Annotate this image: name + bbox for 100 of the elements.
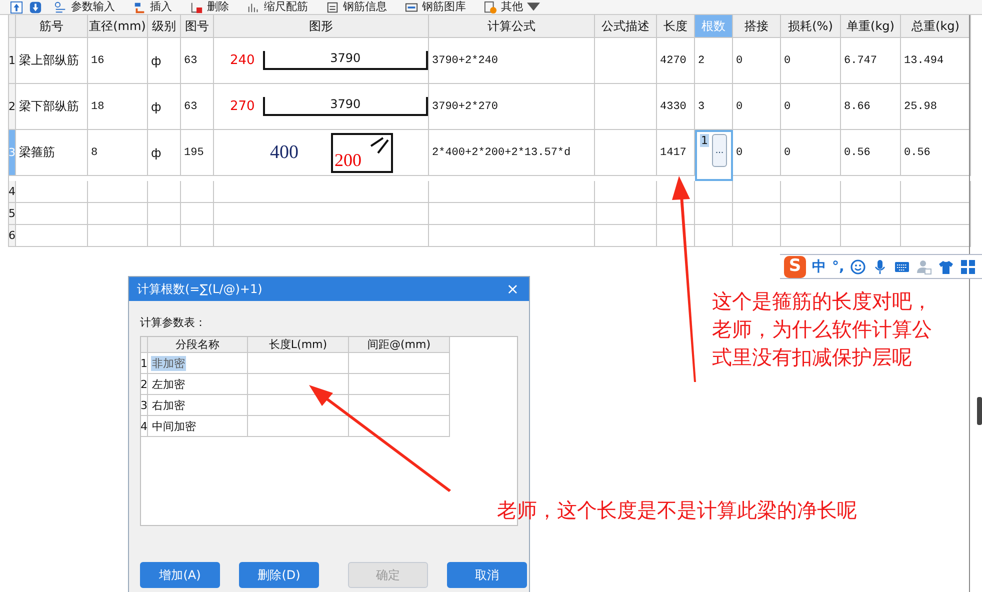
table-cell: [148, 225, 181, 247]
width-label: 400: [270, 142, 298, 164]
shape-number-cell: 63: [184, 100, 198, 112]
segment-name-cell[interactable]: 左加密: [151, 376, 186, 392]
column-header[interactable]: 长度: [657, 15, 695, 38]
form-icon: [54, 0, 67, 14]
row-number[interactable]: 6: [9, 225, 16, 247]
toolbar-menu[interactable]: 其他: [478, 0, 546, 14]
table-cell: [841, 181, 901, 203]
column-header: 间距@(mm): [349, 337, 450, 353]
name-cell: 梁下部纵筋: [19, 98, 79, 115]
column-header[interactable]: 图号: [181, 15, 214, 38]
table-cell: [181, 203, 214, 225]
annotation-text: 老师，这个长度是不是计算此梁的净长呢: [497, 497, 857, 524]
row-number: 1: [141, 353, 148, 374]
grade-cell: ф: [151, 100, 162, 114]
shirt-icon[interactable]: [938, 258, 954, 274]
diameter-cell: 18: [91, 100, 104, 112]
scrollbar-thumb[interactable]: [977, 397, 982, 425]
arrow-down-icon[interactable]: [29, 0, 42, 14]
table-cell: [901, 225, 971, 247]
lap-cell: 0: [736, 100, 743, 112]
dialog-button[interactable]: 增加(A): [140, 562, 220, 588]
table-cell: [148, 203, 181, 225]
close-button[interactable]: ×: [504, 280, 521, 298]
count-input[interactable]: 1 ...: [695, 130, 733, 181]
total-weight-cell: 0.56: [904, 146, 930, 158]
table-cell: [181, 225, 214, 247]
height-label: 200: [334, 148, 362, 170]
total-weight-cell: 25.98: [904, 100, 938, 112]
column-header[interactable]: 图形: [214, 15, 429, 38]
loss-cell: 0: [784, 54, 791, 66]
end-length-label: 270: [230, 99, 255, 114]
insert-icon: [133, 0, 146, 14]
grid-icon[interactable]: [960, 258, 976, 274]
toolbar-button[interactable]: 参数输入: [48, 0, 121, 14]
table-cell: [595, 225, 657, 247]
table-cell: [88, 181, 148, 203]
diameter-cell: 8: [91, 146, 98, 158]
table-cell: [695, 225, 733, 247]
toolbar-button[interactable]: 插入: [127, 0, 178, 14]
length-label: 3790: [330, 97, 361, 111]
row-number[interactable]: 5: [9, 203, 16, 225]
column-header[interactable]: 总重(kg): [901, 15, 971, 38]
end-length-label: 240: [230, 53, 255, 68]
grade-cell: ф: [151, 54, 162, 68]
input-mode-toggle[interactable]: 中: [812, 258, 826, 276]
toolbar-button[interactable]: 缩尺配筋: [241, 0, 314, 14]
column-header[interactable]: 直径(mm): [88, 15, 148, 38]
table-cell: [595, 203, 657, 225]
more-button[interactable]: ...: [712, 134, 727, 167]
toolbar-button[interactable]: 删除: [184, 0, 235, 14]
column-header[interactable]: 搭接: [733, 15, 781, 38]
panel-icon: [405, 0, 418, 14]
column-header[interactable]: 公式描述: [595, 15, 657, 38]
table-cell: [733, 181, 781, 203]
table-cell: [695, 181, 733, 203]
formula-cell: 3790+2*270: [432, 100, 498, 112]
column-header[interactable]: 筋号: [16, 15, 88, 38]
table-cell: [781, 181, 841, 203]
arrow-up-icon[interactable]: [10, 0, 23, 14]
toolbar-button[interactable]: 钢筋图库: [399, 0, 472, 14]
row-number[interactable]: 4: [9, 181, 16, 203]
dialog-button[interactable]: 删除(D): [239, 562, 319, 588]
smiley-icon[interactable]: [850, 258, 866, 274]
unit-weight-cell: 8.66: [844, 100, 870, 112]
row-number: 3: [141, 395, 148, 416]
gear-icon: [484, 0, 497, 14]
segment-name-cell[interactable]: 中间加密: [151, 418, 197, 434]
row-number[interactable]: 1: [9, 38, 16, 84]
table-cell: [16, 203, 88, 225]
column-header[interactable]: 损耗(%): [781, 15, 841, 38]
section-label: 计算参数表：: [140, 315, 206, 330]
name-cell: 梁上部纵筋: [19, 52, 79, 69]
table-cell: [781, 225, 841, 247]
column-header[interactable]: 级别: [148, 15, 181, 38]
delete-icon: [190, 0, 203, 14]
shape-number-cell: 63: [184, 54, 198, 66]
diameter-cell: 16: [91, 54, 104, 66]
formula-cell: 2*400+2*200+2*13.57*d: [432, 146, 571, 158]
formula-cell: 3790+2*240: [432, 54, 498, 66]
punctuation-toggle[interactable]: °,: [832, 258, 844, 274]
toolbar-button[interactable]: 钢筋信息: [320, 0, 393, 14]
length-label: 3790: [330, 51, 361, 65]
row-number: 2: [141, 374, 148, 395]
row-number: 4: [141, 416, 148, 437]
column-header[interactable]: 单重(kg): [841, 15, 901, 38]
dialog-button[interactable]: 取消: [447, 562, 527, 588]
total-weight-cell: 13.494: [904, 54, 944, 66]
table-cell: [841, 225, 901, 247]
segment-name-cell[interactable]: 非加密: [151, 356, 186, 370]
length-cell: 4330: [660, 100, 686, 112]
table-cell: [841, 203, 901, 225]
segment-name-cell[interactable]: 右加密: [151, 398, 186, 412]
shape-number-cell: 195: [184, 146, 204, 158]
column-header[interactable]: 计算公式: [429, 15, 595, 38]
table-cell: [901, 181, 971, 203]
table-cell: [88, 225, 148, 247]
unit-weight-cell: 0.56: [844, 146, 870, 158]
row-number[interactable]: 2: [9, 84, 16, 130]
